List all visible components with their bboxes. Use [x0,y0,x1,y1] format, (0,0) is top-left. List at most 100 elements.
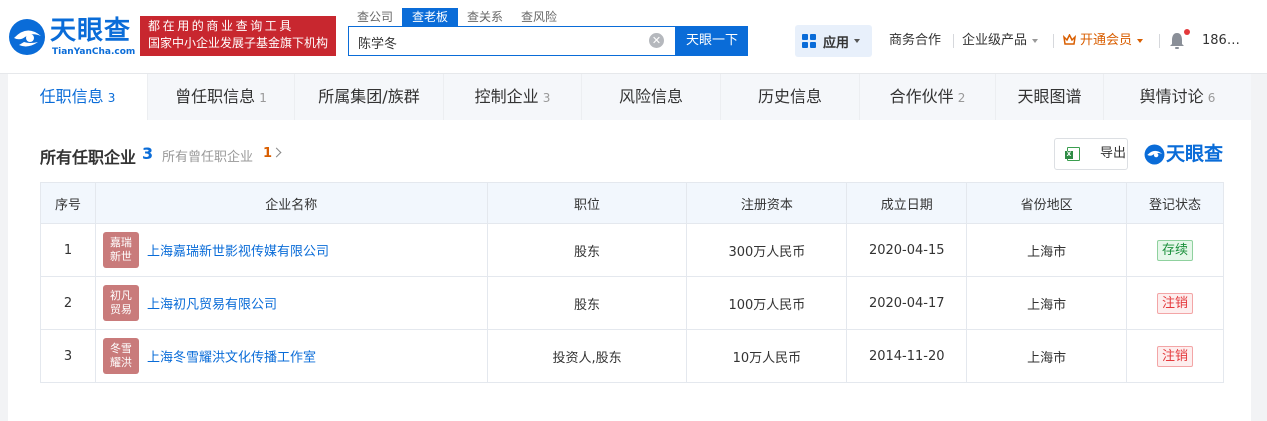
tab-graph[interactable]: 天眼图谱 [996,74,1104,120]
tab-label: 控制企业 [474,87,539,106]
company-cell: 嘉瑞 新世 上海嘉瑞新世影视传媒有限公司 [94,223,488,277]
company-cell: 冬雪 耀洪 上海冬雪耀洪文化传播工作室 [94,329,488,383]
status-badge: 注销 [1157,345,1194,367]
table-row: 1 嘉瑞 新世 上海嘉瑞新世影视传媒有限公司 股东 300万人民币 2020-04-… [40,223,1224,277]
watermark-text: 天眼查 [1166,143,1224,165]
apps-menu-button[interactable]: 应用 [795,25,872,57]
clear-icon[interactable]: ✕ [649,33,664,48]
former-positions-link[interactable]: 所有曾任职企业 [162,146,253,165]
company-logo[interactable]: 冬雪 耀洪 [102,338,139,374]
user-account-menu[interactable]: 186… [1202,33,1240,48]
col-date: 成立日期 [846,182,968,224]
search-tab-company[interactable]: 查公司 [348,8,402,26]
logo-text: 天眼查 [50,16,132,46]
tab-count: 3 [542,91,551,105]
section-title: 所有任职企业 [40,148,137,167]
export-button[interactable]: X 导出 [1054,138,1128,170]
positions-table: 序号 企业名称 职位 注册资本 成立日期 省份地区 登记状态 1 嘉瑞 新世 上海嘉… [40,182,1224,383]
capital-cell: 300万人民币 [686,223,848,277]
region-cell: 上海市 [966,276,1128,330]
tianyancha-logo[interactable]: 天眼查 TianYanCha.com [8,16,136,60]
tab-label: 曾任职信息 [175,87,256,106]
bell-icon[interactable] [1169,32,1185,50]
tab-label: 所属集团/族群 [318,87,420,106]
tab-label: 历史信息 [757,87,822,106]
slogan-line-2: 国家中小企业发展子基金旗下机构 [148,36,329,50]
tab-public-opinion[interactable]: 舆情讨论 6 [1104,74,1251,120]
tab-label: 天眼图谱 [1017,87,1082,106]
tab-count: 2 [957,91,966,105]
search-tab-boss[interactable]: 查老板 [402,8,459,26]
tab-group[interactable]: 所属集团/族群 [295,74,444,120]
notification-dot [1184,29,1190,35]
search-button[interactable]: 天眼一下 [676,26,748,56]
tab-label: 任职信息 [39,87,104,106]
nav-business-label: 商务合作 [889,33,942,48]
tab-count: 1 [259,91,267,105]
tab-label: 合作伙伴 [889,87,954,106]
company-name-link[interactable]: 上海初凡贸易有限公司 [147,298,277,313]
company-name-link[interactable]: 上海冬雪耀洪文化传播工作室 [147,351,316,366]
eye-logo-icon [1144,144,1165,165]
tab-count: 6 [1207,91,1216,105]
tab-risk-info[interactable]: 风险信息 [582,74,721,120]
tab-label: 舆情讨论 [1139,87,1204,106]
tab-partners[interactable]: 合作伙伴 2 [860,74,996,120]
region-cell: 上海市 [966,329,1128,383]
former-positions-count[interactable]: 1 [263,146,272,161]
table-header-row: 序号 企业名称 职位 注册资本 成立日期 省份地区 登记状态 [40,182,1224,224]
nav-divider [953,34,954,48]
position-cell: 股东 [486,276,688,330]
col-no: 序号 [40,182,96,224]
search-input[interactable]: 陈学冬 [358,33,397,52]
slogan-line-1: 都在用的商业查询工具 [148,19,295,33]
col-position: 职位 [486,182,688,224]
logo-text-2: 耀洪 [109,356,132,369]
logo-text-2: 新世 [109,250,132,263]
position-cell: 投资人,股东 [486,329,688,383]
nav-vip-membership[interactable]: 开通会员 [1063,33,1144,49]
person-info-tabs: 任职信息 3 曾任职信息 1 所属集团/族群 控制企业 3 风险信息 历史信息 合作伙… [8,74,1251,120]
search-type-tabs: 查公司 查老板 查关系 查风险 [348,8,566,26]
region-cell: 上海市 [966,223,1128,277]
tab-history[interactable]: 历史信息 [721,74,860,120]
col-status: 登记状态 [1126,182,1224,224]
tab-former-positions[interactable]: 曾任职信息 1 [148,74,295,120]
nav-business-cooperation[interactable]: 商务合作 [889,33,941,49]
company-logo[interactable]: 初凡 贸易 [102,285,139,321]
logo-domain: TianYanCha.com [52,47,136,57]
chevron-down-icon [854,39,861,43]
date-cell: 2020-04-15 [846,223,968,277]
nav-vip-label: 开通会员 [1080,33,1133,48]
export-label: 导出 [1100,146,1127,161]
company-name-link[interactable]: 上海嘉瑞新世影视传媒有限公司 [147,245,329,260]
company-logo[interactable]: 嘉瑞 新世 [102,232,139,268]
chevron-right-icon[interactable] [271,147,282,158]
status-cell: 注销 [1126,329,1224,383]
table-row: 2 初凡 贸易 上海初凡贸易有限公司 股东 100万人民币 2020-04-17 上… [40,276,1224,330]
logo-text-1: 嘉瑞 [109,236,132,249]
search-box[interactable]: 陈学冬 ✕ [348,26,676,56]
tab-current-positions[interactable]: 任职信息 3 [8,74,148,120]
tab-label: 风险信息 [618,87,683,106]
date-cell: 2014-11-20 [846,329,968,383]
apps-grid-icon [802,33,817,49]
status-badge: 存续 [1157,239,1194,261]
apps-label: 应用 [823,35,850,51]
capital-cell: 10万人民币 [686,329,848,383]
row-no: 3 [40,329,96,383]
excel-icon: X [1065,147,1080,161]
row-no: 1 [40,223,96,277]
capital-cell: 100万人民币 [686,276,848,330]
search-tab-risk[interactable]: 查风险 [512,8,566,26]
user-phone: 186 [1202,33,1227,48]
status-cell: 存续 [1126,223,1224,277]
nav-enterprise-products[interactable]: 企业级产品 [962,33,1039,49]
positions-panel: 所有任职企业 3 所有曾任职企业 1 X 导出 天眼查 序号 企业名称 职位 注… [8,120,1251,421]
search-tab-relation[interactable]: 查关系 [458,8,512,26]
tab-controlled-companies[interactable]: 控制企业 3 [444,74,582,120]
chevron-down-icon [1032,38,1039,43]
nav-divider [1159,34,1160,48]
col-capital: 注册资本 [686,182,848,224]
status-badge: 注销 [1157,292,1194,314]
